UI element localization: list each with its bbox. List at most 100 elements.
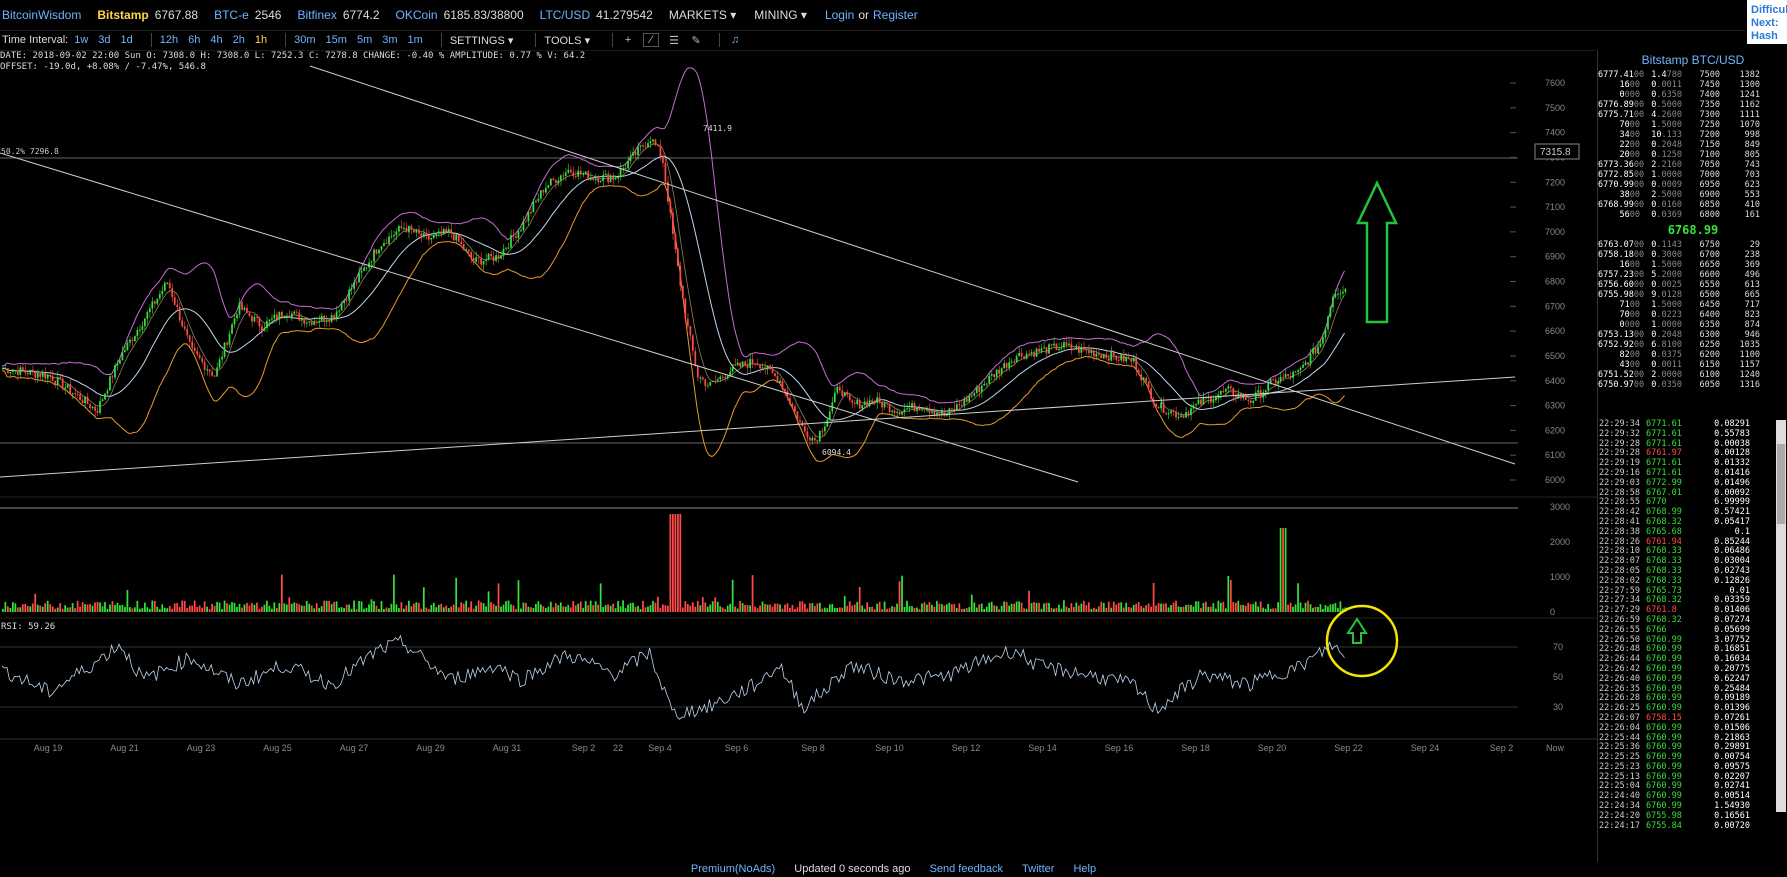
mining-menu[interactable]: MINING ▾ [754, 8, 807, 22]
interval-1w[interactable]: 1w [74, 34, 88, 46]
volume-bar [1175, 600, 1177, 612]
brush-icon[interactable]: ✎ [689, 34, 703, 47]
premium-link[interactable]: Premium(NoAds) [691, 863, 775, 875]
markets-menu[interactable]: MARKETS ▾ [669, 8, 736, 22]
exchange-link[interactable]: Bitfinex [297, 8, 336, 22]
interval-4h[interactable]: 4h [210, 34, 222, 46]
candle-body [223, 342, 226, 357]
bid-row[interactable]: 6753.1300 0.2048 6300 946 [1598, 330, 1787, 340]
candle-body [178, 307, 181, 321]
candle-body [427, 235, 430, 240]
exchange-link[interactable]: LTC/USD [540, 8, 590, 22]
bid-row[interactable]: 1600 1.5000 6650 369 [1598, 260, 1787, 270]
bid-row[interactable]: 0000 1.0000 6350 874 [1598, 320, 1787, 330]
bid-row[interactable]: 6758.1800 0.3000 6700 238 [1598, 250, 1787, 260]
bid-row[interactable]: 6763.0700 0.1143 6750 29 [1598, 240, 1787, 250]
ask-row[interactable]: 6777.4100 1.4780 7500 1382 [1598, 70, 1787, 80]
interval-2h[interactable]: 2h [233, 34, 245, 46]
candle-body [1180, 415, 1182, 418]
interval-30m[interactable]: 30m [294, 34, 315, 46]
bid-row[interactable]: 7100 1.5000 6450 717 [1598, 300, 1787, 310]
volume-bar [1254, 601, 1257, 612]
ask-row[interactable]: 6768.9900 0.0160 6850 410 [1598, 200, 1787, 210]
interval-3m[interactable]: 3m [382, 34, 397, 46]
volume-bar [193, 600, 196, 612]
volume-bar [998, 609, 1001, 612]
exchange-link[interactable]: BTC-e [214, 8, 249, 22]
candle-body [343, 300, 345, 304]
bid-row[interactable]: 4300 0.0011 6150 1157 [1598, 360, 1787, 370]
candle-body [226, 342, 228, 345]
help-link[interactable]: Help [1073, 863, 1096, 875]
ask-row[interactable]: 6772.8500 1.0000 7000 703 [1598, 170, 1787, 180]
trade-scrollbar[interactable] [1776, 420, 1786, 812]
candle-body [470, 252, 473, 259]
tools-menu[interactable]: TOOLS ▾ [544, 34, 590, 47]
ask-row[interactable]: 1600 0.0011 7450 1300 [1598, 80, 1787, 90]
candle-body [203, 361, 206, 370]
register-link[interactable]: Register [873, 8, 918, 22]
bid-row[interactable]: 6755.9800 9.0128 6500 665 [1598, 290, 1787, 300]
interval-1h[interactable]: 1h [255, 34, 267, 46]
price-chart[interactable]: 7600750074007300720071007000690068006700… [0, 50, 1597, 862]
ask-row[interactable]: 7000 1.5000 7250 1070 [1598, 120, 1787, 130]
volume-bar [985, 606, 988, 612]
volume-bar [950, 604, 953, 612]
bid-row[interactable]: 6750.9700 0.0350 6050 1316 [1598, 380, 1787, 390]
candle-body [1324, 329, 1327, 338]
interval-15m[interactable]: 15m [326, 34, 347, 46]
scrollbar-thumb[interactable] [1777, 444, 1785, 524]
order-price: 3400 [1598, 130, 1641, 140]
volume-bar [89, 603, 91, 612]
twitter-link[interactable]: Twitter [1022, 863, 1054, 875]
candle-body [1332, 296, 1334, 308]
ask-row[interactable]: 6770.9900 0.0009 6950 623 [1598, 180, 1787, 190]
ask-row[interactable]: 0000 0.6350 7400 1241 [1598, 90, 1787, 100]
ask-row[interactable]: 6776.8900 0.5000 7350 1162 [1598, 100, 1787, 110]
volume-bar [273, 602, 276, 612]
ask-row[interactable]: 6773.3600 2.2160 7050 743 [1598, 160, 1787, 170]
ask-row[interactable]: 6775.7100 4.2600 7300 1111 [1598, 110, 1787, 120]
volume-bar [776, 603, 779, 612]
ask-row[interactable]: 5600 0.0369 6800 161 [1598, 210, 1787, 220]
exchange-link[interactable]: Bitstamp [97, 8, 148, 22]
interval-list: 1w 3d 1d 12h 6h 4h 2h 1h 30m 15m 5m 3m 1m [74, 33, 433, 47]
volume-bar [686, 603, 689, 612]
volume-tick-label: 1000 [1550, 572, 1570, 582]
interval-12h[interactable]: 12h [160, 34, 178, 46]
bell-icon[interactable]: ♫ [728, 34, 742, 46]
ask-row[interactable]: 3800 2.5000 6900 553 [1598, 190, 1787, 200]
bid-row[interactable]: 7000 0.0223 6400 823 [1598, 310, 1787, 320]
horizontal-lines-icon[interactable]: ☰ [667, 34, 681, 47]
candle-body [1063, 342, 1065, 348]
chevron-down-icon: ▾ [730, 8, 737, 22]
bid-row[interactable]: 8200 0.0375 6200 1100 [1598, 350, 1787, 360]
volume-bar [794, 609, 796, 612]
volume-bar [1092, 607, 1095, 612]
ask-row[interactable]: 3400 10.133 7200 998 [1598, 130, 1787, 140]
ask-row[interactable]: 2000 0.1250 7100 805 [1598, 150, 1787, 160]
volume-bar [896, 603, 898, 612]
exchange-link[interactable]: OKCoin [396, 8, 438, 22]
interval-3d[interactable]: 3d [98, 34, 110, 46]
candle-body [188, 335, 191, 342]
trendline-icon[interactable]: ∕ [643, 33, 660, 47]
login-link[interactable]: Login [825, 8, 854, 22]
bid-row[interactable]: 6756.6000 0.0025 6550 613 [1598, 280, 1787, 290]
bid-row[interactable]: 6752.9200 6.8100 6250 1035 [1598, 340, 1787, 350]
bid-row[interactable]: 6751.5200 2.0000 6100 1240 [1598, 370, 1787, 380]
candle-body [1018, 352, 1020, 357]
feedback-link[interactable]: Send feedback [930, 863, 1003, 875]
volume-bar [736, 608, 739, 612]
settings-menu[interactable]: SETTINGS ▾ [450, 34, 514, 47]
order-price-main: 6757.23 [1598, 270, 1634, 280]
interval-1d[interactable]: 1d [121, 34, 133, 46]
crosshair-icon[interactable]: + [621, 34, 635, 46]
interval-6h[interactable]: 6h [188, 34, 200, 46]
interval-5m[interactable]: 5m [357, 34, 372, 46]
site-logo[interactable]: BitcoinWisdom [2, 8, 81, 22]
interval-1m[interactable]: 1m [408, 34, 423, 46]
candle-body [500, 255, 502, 259]
bid-row[interactable]: 6757.2300 5.2000 6600 496 [1598, 270, 1787, 280]
ask-row[interactable]: 2200 0.2048 7150 849 [1598, 140, 1787, 150]
